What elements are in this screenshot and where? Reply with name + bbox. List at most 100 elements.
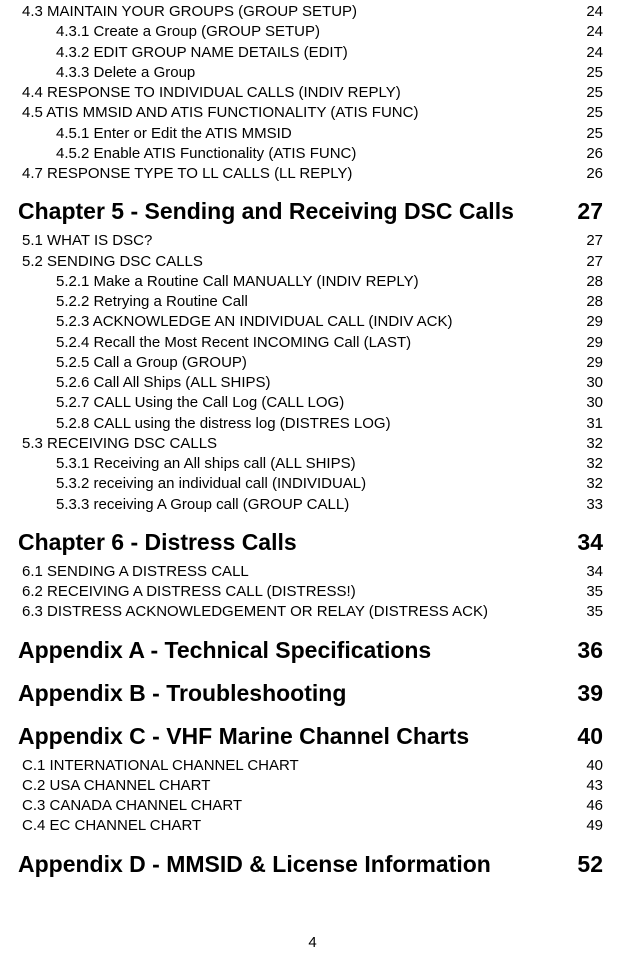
- table-of-contents: 4.3 MAINTAIN YOUR GROUPS (GROUP SETUP) 24…: [18, 2, 603, 880]
- toc-page: 30: [586, 393, 603, 413]
- toc-entry: 4.4 RESPONSE TO INDIVIDUAL CALLS (INDIV …: [18, 83, 603, 103]
- toc-entry: 5.3.3 receiving A Group call (GROUP CALL…: [18, 495, 603, 515]
- toc-page: 25: [586, 83, 603, 103]
- toc-title: Chapter 6 - Distress Calls: [18, 527, 297, 558]
- toc-title: 4.3 MAINTAIN YOUR GROUPS (GROUP SETUP): [22, 2, 357, 22]
- toc-page: 27: [586, 252, 603, 272]
- toc-title: 5.2.4 Recall the Most Recent INCOMING Ca…: [56, 333, 411, 353]
- toc-title: Appendix B - Troubleshooting: [18, 678, 346, 709]
- toc-page: 40: [577, 721, 603, 752]
- toc-title: 5.1 WHAT IS DSC?: [22, 231, 152, 251]
- toc-title: 4.3.2 EDIT GROUP NAME DETAILS (EDIT): [56, 43, 348, 63]
- toc-page: 25: [586, 63, 603, 83]
- toc-page: 34: [577, 527, 603, 558]
- toc-title: 5.3 RECEIVING DSC CALLS: [22, 434, 217, 454]
- toc-page: 32: [586, 474, 603, 494]
- toc-title: C.1 INTERNATIONAL CHANNEL CHART: [22, 756, 299, 776]
- toc-entry: Appendix C - VHF Marine Channel Charts 40: [18, 721, 603, 752]
- toc-entry: 4.7 RESPONSE TYPE TO LL CALLS (LL REPLY)…: [18, 164, 603, 184]
- toc-title: 4.5.1 Enter or Edit the ATIS MMSID: [56, 124, 292, 144]
- toc-entry: 5.2.2 Retrying a Routine Call 28: [18, 292, 603, 312]
- toc-entry: 4.3 MAINTAIN YOUR GROUPS (GROUP SETUP) 24: [18, 2, 603, 22]
- toc-entry: C.1 INTERNATIONAL CHANNEL CHART 40: [18, 756, 603, 776]
- toc-title: 5.2.1 Make a Routine Call MANUALLY (INDI…: [56, 272, 419, 292]
- toc-page: 26: [586, 144, 603, 164]
- toc-page: 49: [586, 816, 603, 836]
- toc-entry: 5.2.6 Call All Ships (ALL SHIPS) 30: [18, 373, 603, 393]
- toc-page: 35: [586, 602, 603, 622]
- toc-title: Chapter 5 - Sending and Receiving DSC Ca…: [18, 196, 514, 227]
- toc-title: 6.2 RECEIVING A DISTRESS CALL (DISTRESS!…: [22, 582, 356, 602]
- toc-title: C.2 USA CHANNEL CHART: [22, 776, 210, 796]
- toc-page: 31: [586, 414, 603, 434]
- toc-entry: 4.5 ATIS MMSID AND ATIS FUNCTIONALITY (A…: [18, 103, 603, 123]
- toc-title: Appendix A - Technical Specifications: [18, 635, 431, 666]
- toc-title: 4.5 ATIS MMSID AND ATIS FUNCTIONALITY (A…: [22, 103, 418, 123]
- toc-page: 30: [586, 373, 603, 393]
- toc-title: C.3 CANADA CHANNEL CHART: [22, 796, 242, 816]
- toc-entry: Appendix B - Troubleshooting 39: [18, 678, 603, 709]
- toc-entry: 5.2.5 Call a Group (GROUP) 29: [18, 353, 603, 373]
- toc-title: Appendix C - VHF Marine Channel Charts: [18, 721, 469, 752]
- toc-entry: 4.5.2 Enable ATIS Functionality (ATIS FU…: [18, 144, 603, 164]
- toc-entry: 5.2.4 Recall the Most Recent INCOMING Ca…: [18, 333, 603, 353]
- toc-page: 46: [586, 796, 603, 816]
- toc-entry: Appendix A - Technical Specifications 36: [18, 635, 603, 666]
- toc-title: 5.2.6 Call All Ships (ALL SHIPS): [56, 373, 271, 393]
- toc-entry: Chapter 6 - Distress Calls 34: [18, 527, 603, 558]
- toc-page: 27: [586, 231, 603, 251]
- toc-page: 25: [586, 103, 603, 123]
- toc-entry: 4.5.1 Enter or Edit the ATIS MMSID 25: [18, 124, 603, 144]
- toc-title: 4.3.3 Delete a Group: [56, 63, 195, 83]
- toc-page: 34: [586, 562, 603, 582]
- toc-title: 4.5.2 Enable ATIS Functionality (ATIS FU…: [56, 144, 356, 164]
- toc-page: 24: [586, 2, 603, 22]
- toc-entry: 5.3.1 Receiving an All ships call (ALL S…: [18, 454, 603, 474]
- toc-entry: 6.1 SENDING A DISTRESS CALL34: [18, 562, 603, 582]
- toc-title: 5.2.5 Call a Group (GROUP): [56, 353, 247, 373]
- toc-page: 43: [586, 776, 603, 796]
- toc-page: 33: [586, 495, 603, 515]
- toc-entry: 4.3.1 Create a Group (GROUP SETUP)24: [18, 22, 603, 42]
- toc-page: 35: [586, 582, 603, 602]
- toc-entry: 6.3 DISTRESS ACKNOWLEDGEMENT OR RELAY (D…: [18, 602, 603, 622]
- toc-entry: 5.2.3 ACKNOWLEDGE AN INDIVIDUAL CALL (IN…: [18, 312, 603, 332]
- toc-entry: C.3 CANADA CHANNEL CHART 46: [18, 796, 603, 816]
- toc-page: 28: [586, 272, 603, 292]
- toc-title: Appendix D - MMSID & License Information: [18, 849, 491, 880]
- toc-entry: 5.2 SENDING DSC CALLS 27: [18, 252, 603, 272]
- toc-page: 24: [586, 22, 603, 42]
- toc-title: 5.2 SENDING DSC CALLS: [22, 252, 203, 272]
- toc-entry: 4.3.3 Delete a Group 25: [18, 63, 603, 83]
- toc-title: 5.2.2 Retrying a Routine Call: [56, 292, 248, 312]
- toc-page: 32: [586, 454, 603, 474]
- toc-page: 52: [577, 849, 603, 880]
- toc-title: 5.2.7 CALL Using the Call Log (CALL LOG): [56, 393, 344, 413]
- toc-entry: 5.2.7 CALL Using the Call Log (CALL LOG)…: [18, 393, 603, 413]
- toc-title: 4.7 RESPONSE TYPE TO LL CALLS (LL REPLY): [22, 164, 352, 184]
- toc-title: C.4 EC CHANNEL CHART: [22, 816, 201, 836]
- toc-title: 6.3 DISTRESS ACKNOWLEDGEMENT OR RELAY (D…: [22, 602, 488, 622]
- toc-page: 27: [577, 196, 603, 227]
- toc-title: 5.2.3 ACKNOWLEDGE AN INDIVIDUAL CALL (IN…: [56, 312, 453, 332]
- toc-page: 28: [586, 292, 603, 312]
- toc-entry: 5.3.2 receiving an individual call (INDI…: [18, 474, 603, 494]
- toc-entry: 5.2.1 Make a Routine Call MANUALLY (INDI…: [18, 272, 603, 292]
- toc-entry: Appendix D - MMSID & License Information…: [18, 849, 603, 880]
- toc-page: 36: [577, 635, 603, 666]
- toc-page: 40: [586, 756, 603, 776]
- toc-page: 24: [586, 43, 603, 63]
- toc-page: 25: [586, 124, 603, 144]
- toc-page: 26: [586, 164, 603, 184]
- toc-title: 5.3.2 receiving an individual call (INDI…: [56, 474, 366, 494]
- toc-title: 5.3.3 receiving A Group call (GROUP CALL…: [56, 495, 349, 515]
- toc-page: 39: [577, 678, 603, 709]
- toc-entry: 5.3 RECEIVING DSC CALLS 32: [18, 434, 603, 454]
- toc-entry: 4.3.2 EDIT GROUP NAME DETAILS (EDIT) 24: [18, 43, 603, 63]
- toc-title: 5.2.8 CALL using the distress log (DISTR…: [56, 414, 391, 434]
- toc-page: 32: [586, 434, 603, 454]
- toc-entry: Chapter 5 - Sending and Receiving DSC Ca…: [18, 196, 603, 227]
- toc-page: 29: [586, 353, 603, 373]
- toc-entry: C.4 EC CHANNEL CHART 49: [18, 816, 603, 836]
- toc-title: 4.4 RESPONSE TO INDIVIDUAL CALLS (INDIV …: [22, 83, 401, 103]
